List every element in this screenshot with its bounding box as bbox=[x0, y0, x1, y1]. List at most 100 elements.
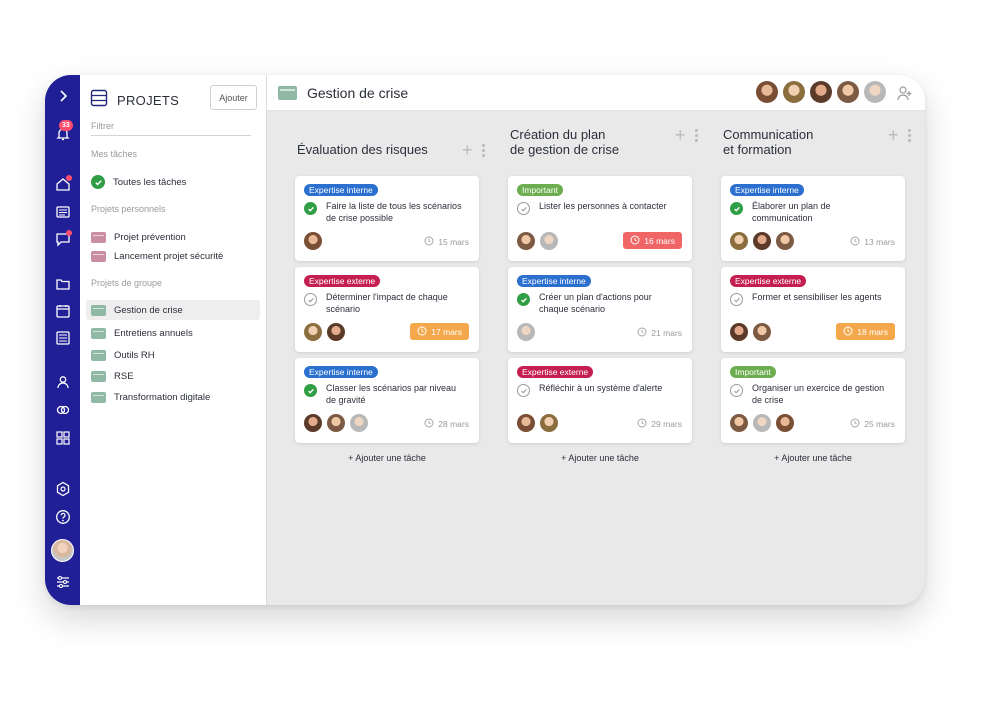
column-actions: + bbox=[888, 126, 911, 144]
more-vertical-icon[interactable] bbox=[907, 128, 911, 142]
avatar bbox=[730, 232, 748, 250]
add-task-link[interactable]: + Ajouter une tâche bbox=[295, 453, 479, 463]
avatar bbox=[304, 232, 322, 250]
check-circle-icon[interactable] bbox=[304, 202, 317, 215]
task-card[interactable]: Expertise interne Créer un plan d'actions… bbox=[508, 267, 692, 352]
project-icon bbox=[91, 250, 106, 262]
clock-icon bbox=[424, 236, 438, 248]
avatar bbox=[730, 323, 748, 341]
avatar[interactable] bbox=[837, 81, 859, 103]
link-icon[interactable] bbox=[54, 401, 72, 419]
due-date: 28 mars bbox=[424, 418, 469, 430]
folder-icon[interactable] bbox=[54, 275, 72, 293]
tag-badge: Expertise externe bbox=[304, 275, 381, 287]
due-date: 16 mars bbox=[623, 232, 682, 249]
task-title: Lister les personnes à contacter bbox=[539, 201, 667, 211]
tag-badge: Expertise interne bbox=[304, 184, 378, 196]
sidebar-item-projet-prevention[interactable]: Projet prévention bbox=[86, 227, 260, 247]
avatar bbox=[304, 414, 322, 432]
add-user-icon[interactable] bbox=[896, 84, 914, 102]
page-title: Gestion de crise bbox=[307, 85, 409, 101]
document-icon[interactable] bbox=[54, 329, 72, 347]
assignees bbox=[304, 414, 373, 432]
chevron-right-icon[interactable] bbox=[54, 87, 72, 105]
due-date: 15 mars bbox=[424, 236, 469, 248]
sidebar-item-all-tasks[interactable]: Toutes les tâches bbox=[86, 172, 260, 192]
more-vertical-icon[interactable] bbox=[694, 128, 698, 142]
project-icon bbox=[91, 231, 106, 243]
add-project-button[interactable]: Ajouter bbox=[210, 85, 257, 110]
task-card[interactable]: Expertise externe Déterminer l'impact de … bbox=[295, 267, 479, 352]
filter-input[interactable]: Filtrer bbox=[91, 121, 251, 136]
task-card[interactable]: Expertise interne Élaborer un plan de com… bbox=[721, 176, 905, 261]
sliders-icon[interactable] bbox=[54, 573, 72, 591]
avatar[interactable] bbox=[810, 81, 832, 103]
avatar[interactable] bbox=[756, 81, 778, 103]
users-icon[interactable] bbox=[54, 373, 72, 391]
section-my-tasks: Mes tâches bbox=[91, 149, 138, 159]
task-card[interactable]: Expertise interne Faire la liste de tous … bbox=[295, 176, 479, 261]
circle-check-outline-icon[interactable] bbox=[517, 384, 530, 397]
add-card-icon[interactable]: + bbox=[888, 126, 899, 144]
avatar[interactable] bbox=[864, 81, 886, 103]
circle-check-outline-icon[interactable] bbox=[730, 293, 743, 306]
tag-badge: Expertise interne bbox=[730, 184, 804, 196]
help-icon[interactable] bbox=[54, 508, 72, 526]
clock-icon bbox=[637, 418, 651, 430]
sidebar-item-transformation-digitale[interactable]: Transformation digitale bbox=[86, 387, 260, 407]
task-card[interactable]: Expertise externe Réfléchir à un système … bbox=[508, 358, 692, 443]
projects-panel: PROJETS Ajouter Filtrer Mes tâches Toute… bbox=[80, 75, 267, 605]
avatar[interactable] bbox=[51, 539, 74, 562]
avatar bbox=[517, 414, 535, 432]
add-task-link[interactable]: + Ajouter une tâche bbox=[721, 453, 905, 463]
home-icon[interactable] bbox=[54, 175, 72, 193]
sidebar-item-outils-rh[interactable]: Outils RH bbox=[86, 345, 260, 365]
settings-hex-icon[interactable] bbox=[54, 480, 72, 498]
more-vertical-icon[interactable] bbox=[481, 143, 485, 157]
task-card[interactable]: Expertise externe Former et sensibiliser … bbox=[721, 267, 905, 352]
sidebar-item-rse[interactable]: RSE bbox=[86, 366, 260, 386]
task-card[interactable]: Expertise interne Classer les scénarios p… bbox=[295, 358, 479, 443]
circle-check-outline-icon[interactable] bbox=[730, 384, 743, 397]
clock-icon bbox=[850, 418, 864, 430]
sidebar-item-gestion-de-crise[interactable]: Gestion de crise bbox=[86, 300, 260, 320]
sidebar-item-label: Gestion de crise bbox=[114, 304, 183, 316]
check-circle-icon[interactable] bbox=[517, 293, 530, 306]
section-group-projects: Projets de groupe bbox=[91, 278, 163, 288]
add-card-icon[interactable]: + bbox=[675, 126, 686, 144]
due-date-label: 25 mars bbox=[864, 419, 895, 429]
calendar-icon[interactable] bbox=[54, 302, 72, 320]
task-title: Élaborer un plan de communication bbox=[752, 201, 831, 223]
chat-icon[interactable] bbox=[54, 230, 72, 248]
add-task-link[interactable]: + Ajouter une tâche bbox=[508, 453, 692, 463]
assignees bbox=[730, 232, 799, 250]
assignees bbox=[517, 414, 563, 432]
tag-badge: Expertise externe bbox=[517, 366, 594, 378]
avatar[interactable] bbox=[783, 81, 805, 103]
task-card[interactable]: Important Lister les personnes à contacte… bbox=[508, 176, 692, 261]
clock-icon bbox=[630, 235, 644, 247]
check-circle-icon[interactable] bbox=[304, 384, 317, 397]
task-card[interactable]: Important Organiser un exercice de gestio… bbox=[721, 358, 905, 443]
list-icon[interactable] bbox=[54, 203, 72, 221]
circle-check-outline-icon[interactable] bbox=[304, 293, 317, 306]
assignees bbox=[304, 232, 327, 250]
chat-alert-dot bbox=[66, 230, 72, 236]
assignees bbox=[730, 323, 776, 341]
project-icon bbox=[91, 327, 106, 339]
section-personal-projects: Projets personnels bbox=[91, 204, 166, 214]
task-title: Classer les scénarios par niveau de grav… bbox=[326, 383, 457, 405]
add-card-icon[interactable]: + bbox=[462, 141, 473, 159]
due-date: 18 mars bbox=[836, 323, 895, 340]
check-icon bbox=[91, 175, 105, 189]
column-title-line: Communication bbox=[723, 127, 814, 142]
sidebar-item-entretiens-annuels[interactable]: Entretiens annuels bbox=[86, 323, 260, 343]
sidebar-item-label: Entretiens annuels bbox=[114, 327, 193, 339]
grid-icon[interactable] bbox=[54, 429, 72, 447]
sidebar-item-lancement-projet-securite[interactable]: Lancement projet sécurité bbox=[86, 246, 260, 266]
check-circle-icon[interactable] bbox=[730, 202, 743, 215]
assignees bbox=[730, 414, 799, 432]
column-title: Création du plan de gestion de crise bbox=[510, 127, 619, 157]
circle-check-outline-icon[interactable] bbox=[517, 202, 530, 215]
sidebar-item-label: Toutes les tâches bbox=[113, 176, 187, 188]
